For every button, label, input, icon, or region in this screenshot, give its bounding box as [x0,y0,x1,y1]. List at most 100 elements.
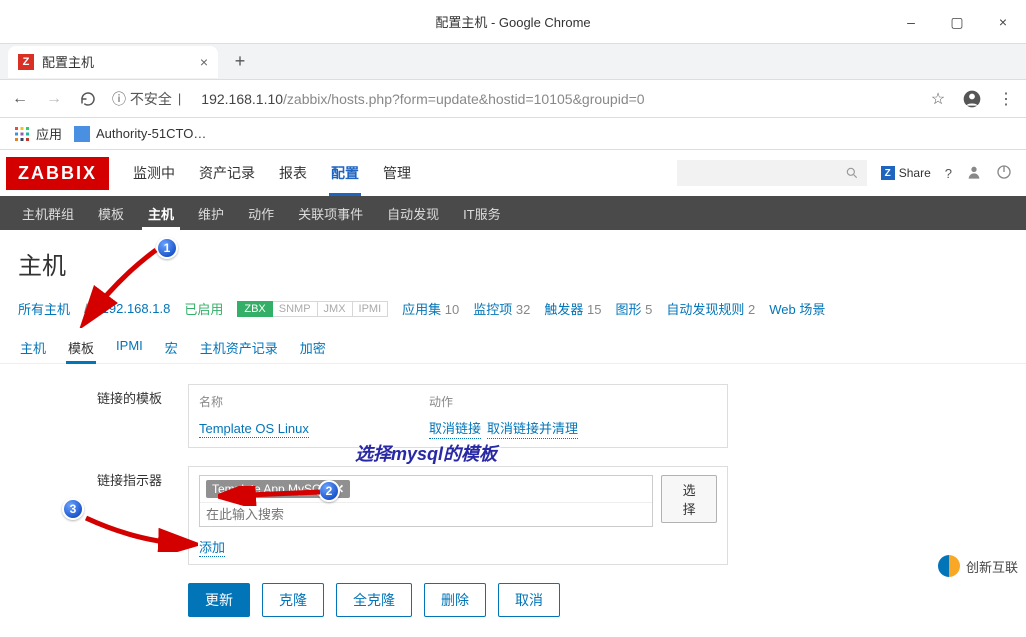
zabbix-header: ZABBIX 监测中 资产记录 报表 配置 管理 Z Share ? [0,150,1026,196]
menu-administration[interactable]: 管理 [371,150,423,196]
tab-encryption[interactable]: 加密 [298,332,328,363]
addressbar-actions: ☆ ⋮ [928,89,1016,109]
url-separator: | [178,91,181,106]
window-maximize-button[interactable]: ▢ [934,0,980,44]
form-area: 链接的模板 名称 动作 Template OS Linux 取消链接 取消链接并… [0,364,1026,637]
top-menu: 监测中 资产记录 报表 配置 管理 [121,150,423,196]
search-icon [845,166,859,180]
submenu-hostgroups[interactable]: 主机群组 [10,196,86,230]
menu-configuration[interactable]: 配置 [319,150,371,196]
forward-button: → [44,89,64,109]
protocol-badges: ZBX SNMP JMX IPMI [237,301,388,317]
watermark-text: 创新互联 [966,557,1018,576]
tag-label: Template App MySQL [212,482,328,496]
metric-discovery[interactable]: 自动发现规则 2 [666,299,755,318]
reload-button[interactable] [78,89,98,109]
linked-template-link[interactable]: Template OS Linux [199,421,309,438]
linked-templates-label: 链接的模板 [18,384,188,407]
page-title: 主机 [0,230,1026,291]
menu-reports[interactable]: 报表 [267,150,319,196]
submenu-hosts[interactable]: 主机 [136,196,186,230]
host-ip-link[interactable]: 192.168.1.8 [102,301,171,316]
protocol-zbx: ZBX [237,301,272,317]
submenu-itservices[interactable]: IT服务 [451,196,513,230]
browser-tab[interactable]: Z 配置主机 × [8,46,218,78]
protocol-jmx: JMX [318,301,353,317]
breadcrumb-sep: / [84,301,88,316]
submenu-templates[interactable]: 模板 [86,196,136,230]
bookmarks-bar: 应用 Authority-51CTO… [0,118,1026,150]
new-tab-button[interactable]: + [226,48,254,76]
tab-templates[interactable]: 模板 [66,332,96,363]
host-tabs: 主机 模板 IPMI 宏 主机资产记录 加密 [0,326,1026,364]
enabled-text: 已启用 [184,299,223,318]
browser-tabbar: Z 配置主机 × + [0,44,1026,80]
info-icon: ⓘ 不安全 [112,89,172,109]
link-indicator-label: 链接指示器 [18,466,188,489]
delete-button[interactable]: 删除 [424,583,486,617]
metric-web[interactable]: Web 场景 [769,299,825,318]
bookmark-star-icon[interactable]: ☆ [928,89,948,109]
help-button[interactable]: ? [945,166,952,181]
menu-monitoring[interactable]: 监测中 [121,150,187,196]
metric-items[interactable]: 监控项 32 [473,299,530,318]
template-tag: Template App MySQL ✕ [206,480,350,498]
logout-button[interactable] [996,164,1012,183]
share-button[interactable]: Z Share [881,166,931,180]
submenu-discovery[interactable]: 自动发现 [375,196,451,230]
unlink-link[interactable]: 取消链接 [429,418,481,439]
submenu-correlation[interactable]: 关联项事件 [286,196,375,230]
profile-icon[interactable] [962,89,982,109]
action-buttons: 更新 克隆 全克隆 删除 取消 [188,583,1008,617]
update-button[interactable]: 更新 [188,583,250,617]
tab-close-icon[interactable]: × [200,54,208,70]
window-controls: – ▢ × [888,0,1026,44]
tab-label: 配置主机 [42,52,192,71]
browser-addressbar: ← → ⓘ 不安全 | 192.168.1.10/zabbix/hosts.ph… [0,80,1026,118]
all-hosts-link[interactable]: 所有主机 [18,299,70,318]
submenu-actions[interactable]: 动作 [236,196,286,230]
tab-ipmi[interactable]: IPMI [114,332,145,363]
template-search-input[interactable] [200,502,652,526]
col-name-header: 名称 [199,393,429,410]
bookmark-favicon-icon [74,126,90,142]
user-profile-button[interactable] [966,164,982,183]
url-host: 192.168.1.10 [201,91,283,107]
site-security-button[interactable]: ⓘ 不安全 | [112,89,181,109]
submenu: 主机群组 模板 主机 维护 动作 关联项事件 自动发现 IT服务 [0,196,1026,230]
bookmark-label: Authority-51CTO… [96,126,206,141]
share-icon: Z [881,166,895,180]
menu-inventory[interactable]: 资产记录 [187,150,267,196]
zabbix-logo[interactable]: ZABBIX [6,157,109,190]
apps-button[interactable]: 应用 [14,124,62,143]
menu-icon[interactable]: ⋮ [996,89,1016,109]
tab-macros[interactable]: 宏 [163,332,180,363]
metric-graphs[interactable]: 图形 5 [615,299,652,318]
apps-label: 应用 [36,124,62,143]
tab-inventory[interactable]: 主机资产记录 [198,332,280,363]
select-button[interactable]: 选择 [661,475,717,523]
submenu-maintenance[interactable]: 维护 [186,196,236,230]
watermark: 创新互联 [938,555,1018,577]
template-selector: Template App MySQL ✕ 选择 添加 [188,466,728,565]
metric-applications[interactable]: 应用集 10 [402,299,459,318]
add-link[interactable]: 添加 [199,540,225,557]
window-close-button[interactable]: × [980,0,1026,44]
tag-remove-icon[interactable]: ✕ [334,482,344,496]
search-input[interactable] [677,160,867,186]
bookmark-item[interactable]: Authority-51CTO… [74,126,206,142]
clone-button[interactable]: 克隆 [262,583,324,617]
unlink-clear-link[interactable]: 取消链接并清理 [487,418,578,439]
header-right: Z Share ? [677,160,1026,186]
url-input[interactable]: 192.168.1.10/zabbix/hosts.php?form=updat… [201,91,644,107]
window-minimize-button[interactable]: – [888,0,934,44]
tab-host[interactable]: 主机 [18,332,48,363]
template-multiselect[interactable]: Template App MySQL ✕ [199,475,653,527]
metric-triggers[interactable]: 触发器 15 [544,299,601,318]
cancel-button[interactable]: 取消 [498,583,560,617]
col-action-header: 动作 [429,393,453,410]
back-button[interactable]: ← [10,89,30,109]
share-label: Share [899,166,931,180]
full-clone-button[interactable]: 全克隆 [336,583,412,617]
linked-templates-table: 名称 动作 Template OS Linux 取消链接 取消链接并清理 [188,384,728,448]
